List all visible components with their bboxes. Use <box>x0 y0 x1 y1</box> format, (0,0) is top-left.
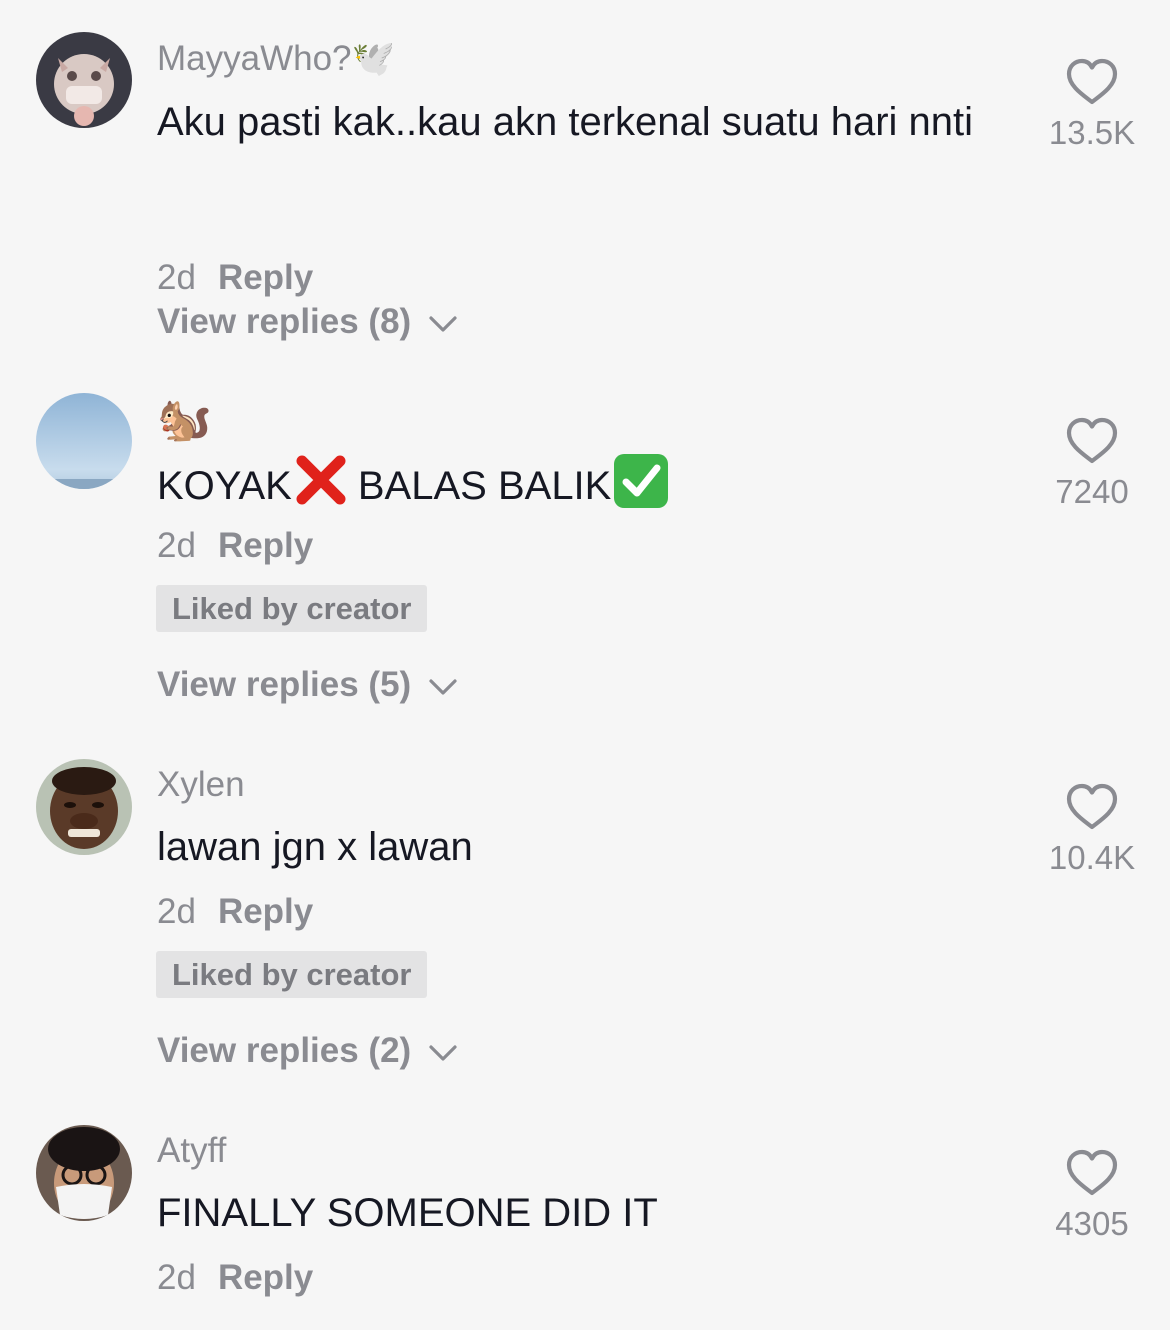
heart-outline-icon <box>1066 783 1118 830</box>
comment-meta: 2d Reply <box>157 892 313 932</box>
like-count: 13.5K <box>1048 114 1136 151</box>
avatar[interactable] <box>36 1125 132 1221</box>
like-button[interactable]: 4305 <box>1042 1149 1142 1243</box>
comment-age: 2d <box>157 258 196 297</box>
chevron-down-icon <box>429 316 457 332</box>
comment-text: KOYAK BALAS BALIK <box>157 453 987 517</box>
view-replies-button[interactable]: View replies (5) <box>157 665 459 705</box>
comment-username[interactable]: MayyaWho?🕊️ <box>157 38 395 79</box>
chipmunk-emoji: 🐿️ <box>157 395 212 444</box>
comment-meta: 2d Reply <box>157 526 313 566</box>
chevron-down-icon <box>429 679 457 695</box>
chevron-down-icon <box>429 1045 457 1061</box>
comment-age: 2d <box>157 526 196 565</box>
comment-age: 2d <box>157 1258 196 1297</box>
comment-username[interactable]: Xylen <box>157 765 245 805</box>
view-replies-button[interactable]: View replies (2) <box>157 1031 459 1071</box>
reply-button[interactable]: Reply <box>218 1258 313 1297</box>
reply-button[interactable]: Reply <box>218 892 313 931</box>
heart-outline-icon <box>1066 1149 1118 1196</box>
heart-outline-icon <box>1066 58 1118 105</box>
like-button[interactable]: 13.5K <box>1042 58 1142 152</box>
like-button[interactable]: 10.4K <box>1042 783 1142 877</box>
like-count: 4305 <box>1055 1205 1129 1242</box>
comment-text: FINALLY SOMEONE DID IT <box>157 1191 658 1235</box>
like-count: 10.4K <box>1048 839 1136 876</box>
like-button[interactable]: 7240 <box>1042 417 1142 511</box>
like-count: 7240 <box>1055 473 1129 510</box>
comment-meta: 2d Reply <box>157 1258 313 1298</box>
avatar[interactable] <box>36 759 132 855</box>
reply-button[interactable]: Reply <box>218 526 313 565</box>
comment-username[interactable]: 🐿️ <box>157 393 212 445</box>
liked-by-creator-badge: Liked by creator <box>156 585 428 632</box>
avatar[interactable] <box>36 32 132 128</box>
liked-by-creator-badge: Liked by creator <box>156 951 428 998</box>
cross-mark-icon <box>296 455 346 505</box>
comment-username[interactable]: Atyff <box>157 1131 226 1171</box>
comment-age: 2d <box>157 892 196 931</box>
heart-outline-icon <box>1066 417 1118 464</box>
view-replies-button[interactable]: View replies (8) <box>157 302 459 342</box>
check-mark-button-icon <box>614 454 669 508</box>
comment-meta: 2d Reply <box>157 258 313 298</box>
avatar[interactable] <box>36 393 132 489</box>
reply-button[interactable]: Reply <box>218 258 313 297</box>
dove-emoji: 🕊️ <box>351 39 396 78</box>
comment-text: Aku pasti kak..kau akn terkenal suatu ha… <box>157 100 974 144</box>
comment-text: lawan jgn x lawan <box>157 825 473 869</box>
